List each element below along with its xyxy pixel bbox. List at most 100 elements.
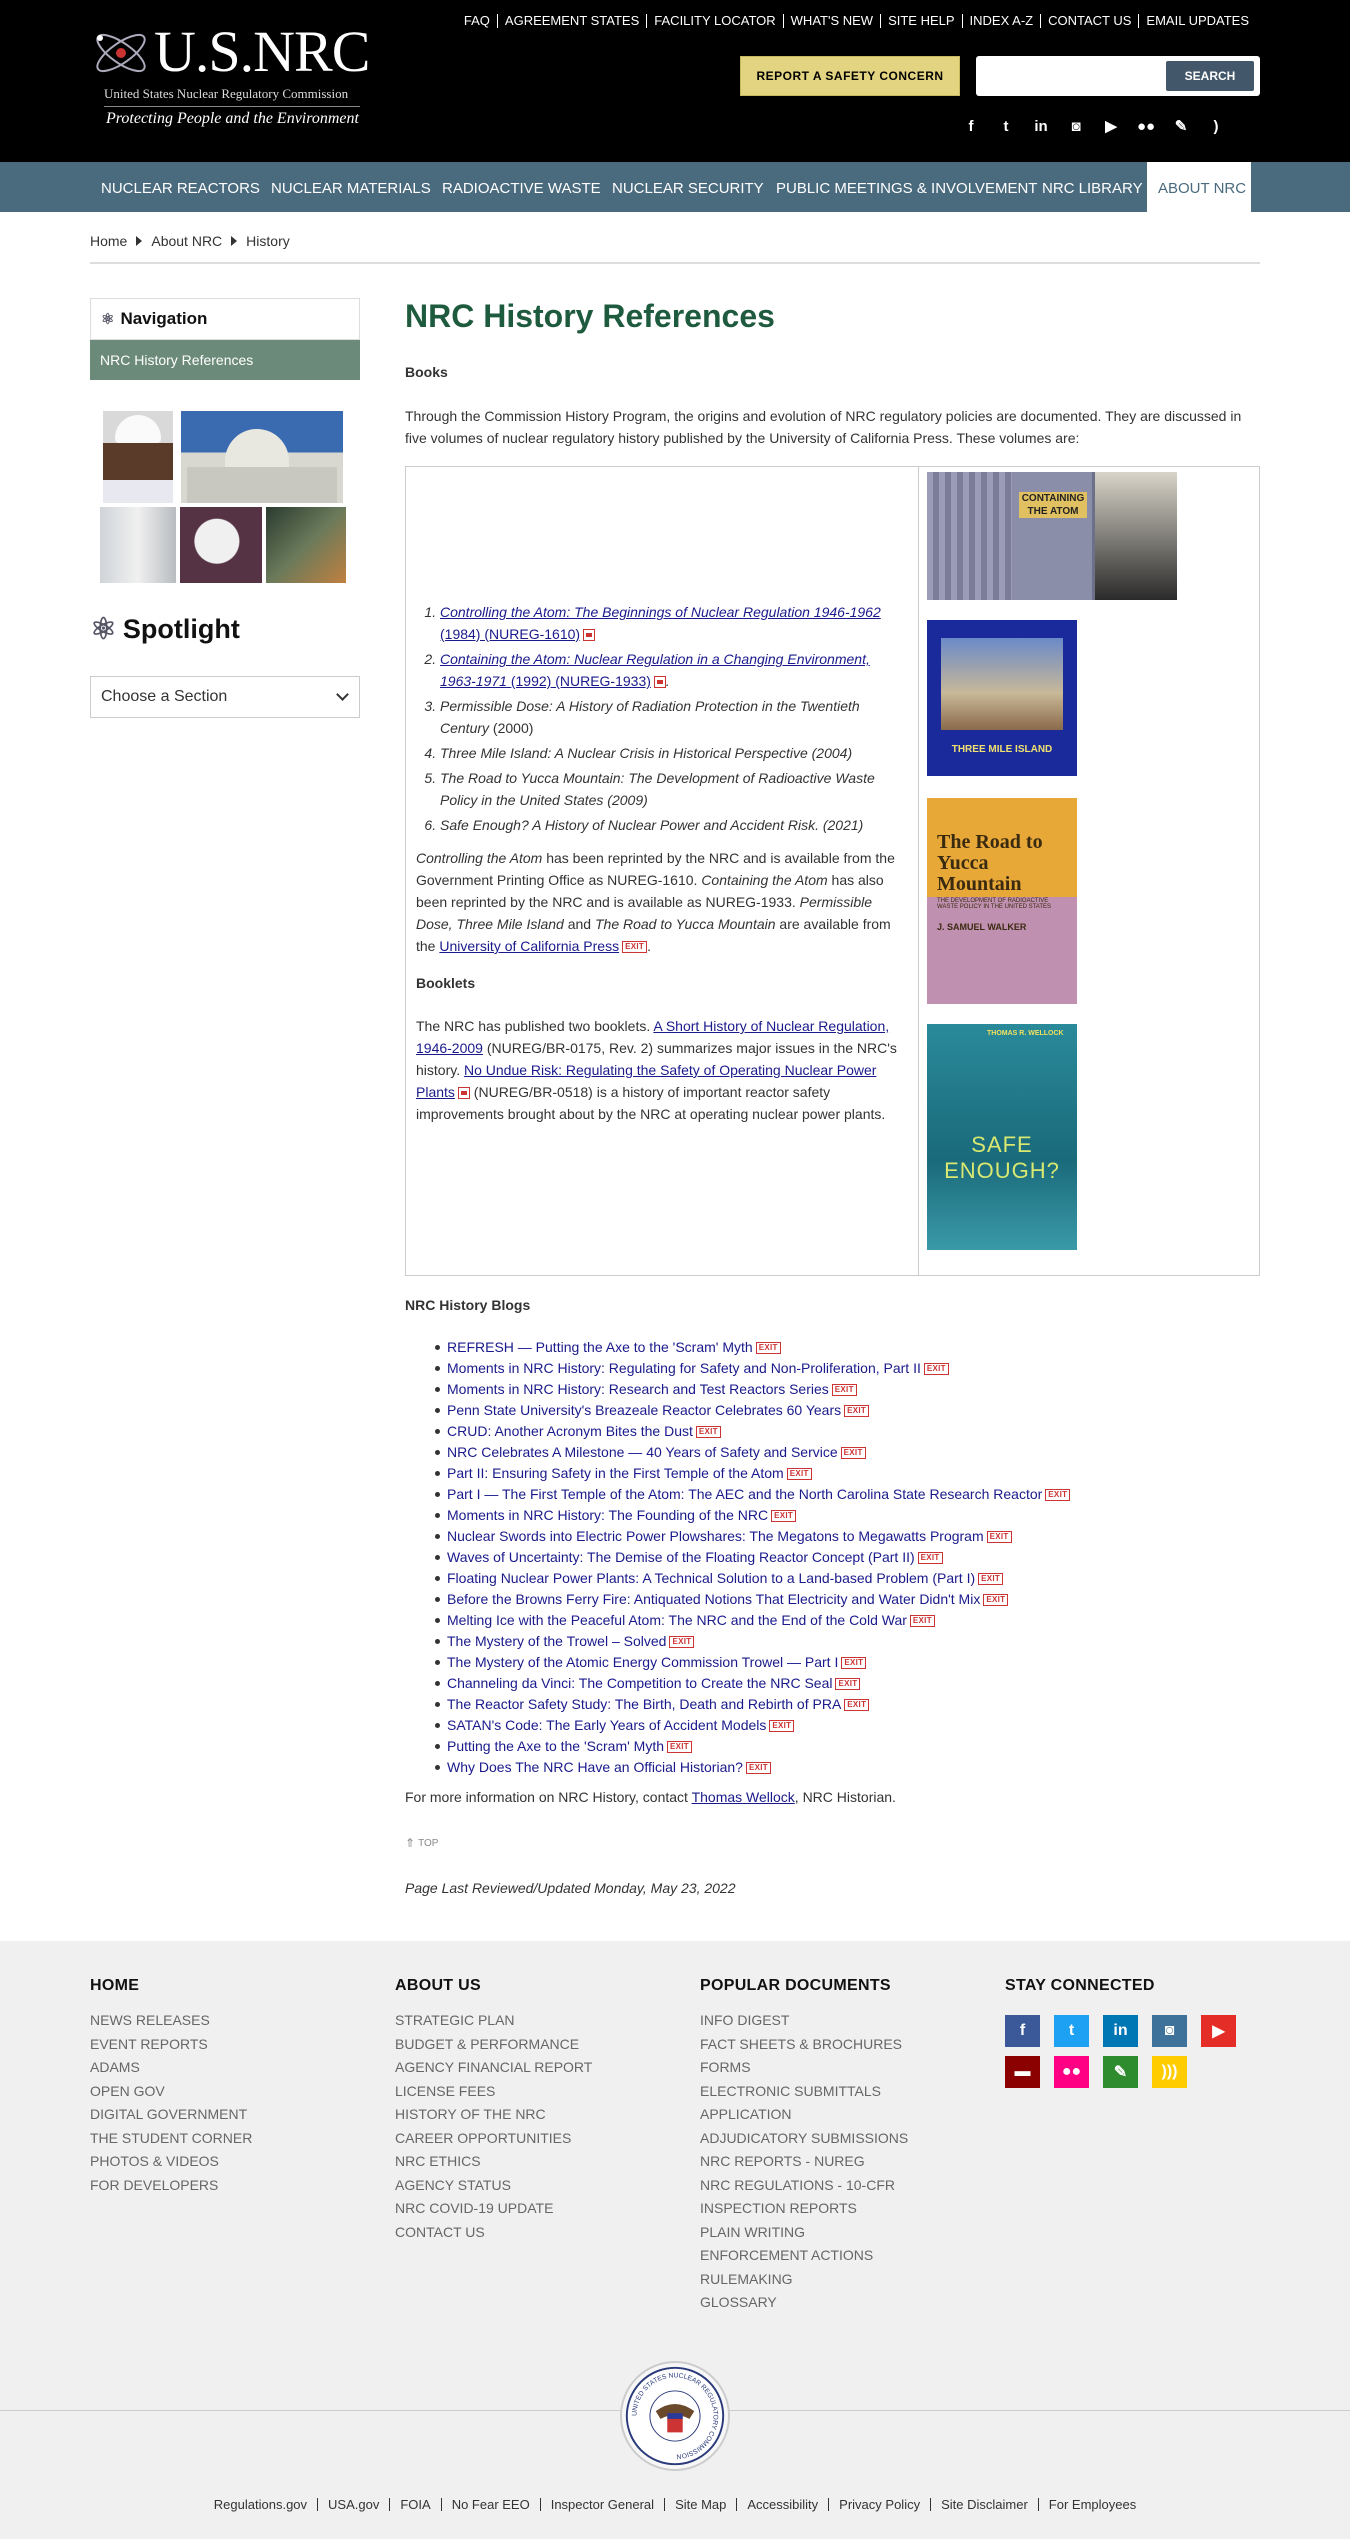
footer-link[interactable]: GLOSSARY: [700, 2291, 908, 2315]
bottom-link[interactable]: Regulations.gov: [204, 2498, 317, 2511]
bottom-link[interactable]: Site Map: [664, 2498, 736, 2511]
footer-link[interactable]: EVENT REPORTS: [90, 2033, 252, 2057]
footer-link[interactable]: INSPECTION REPORTS: [700, 2197, 908, 2221]
blog-link[interactable]: Moments in NRC History: Regulating for S…: [447, 1360, 921, 1376]
linkedin-icon[interactable]: in: [1103, 2015, 1138, 2047]
side-nav-item-history-references[interactable]: NRC History References: [90, 340, 360, 380]
back-to-top-link[interactable]: ⇑ TOP: [405, 1836, 438, 1850]
blog-link[interactable]: Part II: Ensuring Safety in the First Te…: [447, 1465, 784, 1481]
blog-link[interactable]: Waves of Uncertainty: The Demise of the …: [447, 1549, 915, 1565]
utility-link-agreement-states[interactable]: AGREEMENT STATES: [496, 14, 646, 28]
search-input[interactable]: [982, 63, 1132, 89]
bottom-link[interactable]: FOIA: [389, 2498, 440, 2511]
nav-radioactive-waste[interactable]: RADIOACTIVE WASTE: [431, 162, 612, 212]
footer-link[interactable]: NRC REGULATIONS - 10-CFR: [700, 2174, 908, 2198]
blog-link[interactable]: Part I — The First Temple of the Atom: T…: [447, 1486, 1042, 1502]
footer-link[interactable]: THE STUDENT CORNER: [90, 2127, 252, 2151]
nav-nuclear-materials[interactable]: NUCLEAR MATERIALS: [260, 162, 442, 212]
footer-link[interactable]: CAREER OPPORTUNITIES: [395, 2127, 592, 2151]
footer-link[interactable]: FACT SHEETS & BROCHURES: [700, 2033, 908, 2057]
rss-icon[interactable]: ))): [1152, 2056, 1187, 2088]
utility-link-faq[interactable]: FAQ: [457, 14, 497, 28]
footer-link[interactable]: FORMS: [700, 2056, 908, 2080]
bottom-link[interactable]: Accessibility: [736, 2498, 828, 2511]
blog-link[interactable]: Putting the Axe to the 'Scram' Myth: [447, 1738, 664, 1754]
breadcrumb-home[interactable]: Home: [90, 233, 127, 249]
instagram-icon[interactable]: ◙: [1152, 2015, 1187, 2047]
flickr-icon[interactable]: ●●: [1054, 2056, 1089, 2088]
footer-link[interactable]: RULEMAKING: [700, 2268, 908, 2292]
footer-link[interactable]: FOR DEVELOPERS: [90, 2174, 252, 2198]
bottom-link[interactable]: Privacy Policy: [828, 2498, 930, 2511]
bottom-link[interactable]: No Fear EEO: [440, 2498, 540, 2511]
book-link-controlling-atom[interactable]: Controlling the Atom: The Beginnings of …: [440, 604, 881, 642]
twitter-icon[interactable]: t: [1054, 2015, 1089, 2047]
blog-link[interactable]: Melting Ice with the Peaceful Atom: The …: [447, 1612, 907, 1628]
blog-link[interactable]: The Mystery of the Trowel – Solved: [447, 1633, 666, 1649]
bottom-link[interactable]: For Employees: [1037, 2498, 1146, 2511]
blog-icon[interactable]: ▬: [1005, 2056, 1040, 2088]
utility-link-index[interactable]: INDEX A-Z: [961, 14, 1041, 28]
blog-link[interactable]: Nuclear Swords into Electric Power Plows…: [447, 1528, 984, 1544]
uc-press-link[interactable]: University of California Press: [439, 938, 619, 954]
footer-link[interactable]: DIGITAL GOVERNMENT: [90, 2103, 252, 2127]
blog-link[interactable]: Moments in NRC History: Research and Tes…: [447, 1381, 829, 1397]
blog-link[interactable]: SATAN's Code: The Early Years of Acciden…: [447, 1717, 766, 1733]
footer-link[interactable]: ADJUDICATORY SUBMISSIONS: [700, 2127, 908, 2151]
footer-link[interactable]: NRC ETHICS: [395, 2150, 592, 2174]
footer-link[interactable]: ADAMS: [90, 2056, 252, 2080]
facebook-icon[interactable]: f: [1005, 2015, 1040, 2047]
footer-link[interactable]: AGENCY STATUS: [395, 2174, 592, 2198]
instagram-icon[interactable]: ◙: [1065, 115, 1087, 137]
footer-link[interactable]: NEWS RELEASES: [90, 2009, 252, 2033]
utility-link-site-help[interactable]: SITE HELP: [880, 14, 961, 28]
twitter-icon[interactable]: t: [995, 115, 1017, 137]
youtube-icon[interactable]: ▶: [1201, 2015, 1236, 2047]
blog-link[interactable]: The Mystery of the Atomic Energy Commiss…: [447, 1654, 838, 1670]
blog-link[interactable]: Penn State University's Breazeale Reacto…: [447, 1402, 841, 1418]
footer-link[interactable]: NRC REPORTS - NUREG: [700, 2150, 908, 2174]
nav-nuclear-security[interactable]: NUCLEAR SECURITY: [601, 162, 775, 212]
blog-link[interactable]: NRC Celebrates A Milestone — 40 Years of…: [447, 1444, 838, 1460]
blog-link[interactable]: Before the Browns Ferry Fire: Antiquated…: [447, 1591, 980, 1607]
utility-link-facility-locator[interactable]: FACILITY LOCATOR: [646, 14, 782, 28]
utility-link-contact[interactable]: CONTACT US: [1040, 14, 1138, 28]
nav-nuclear-reactors[interactable]: NUCLEAR REACTORS: [90, 162, 271, 212]
blog-link[interactable]: Channeling da Vinci: The Competition to …: [447, 1675, 832, 1691]
footer-link[interactable]: AGENCY FINANCIAL REPORT: [395, 2056, 592, 2080]
search-button[interactable]: SEARCH: [1166, 61, 1254, 91]
utility-link-whats-new[interactable]: WHAT'S NEW: [782, 14, 880, 28]
blog-link[interactable]: Floating Nuclear Power Plants: A Technic…: [447, 1570, 975, 1586]
rss-icon[interactable]: ): [1205, 115, 1227, 137]
footer-link[interactable]: CONTACT US: [395, 2221, 592, 2245]
linkedin-icon[interactable]: in: [1030, 115, 1052, 137]
blog-link[interactable]: The Reactor Safety Study: The Birth, Dea…: [447, 1696, 841, 1712]
youtube-icon[interactable]: ▶: [1100, 115, 1122, 137]
bottom-link[interactable]: Inspector General: [539, 2498, 664, 2511]
blog-link[interactable]: Moments in NRC History: The Founding of …: [447, 1507, 768, 1523]
blog-link[interactable]: Why Does The NRC Have an Official Histor…: [447, 1759, 743, 1775]
footer-heading[interactable]: ABOUT US: [395, 1977, 592, 1995]
footer-link[interactable]: HISTORY OF THE NRC: [395, 2103, 592, 2127]
footer-link[interactable]: BUDGET & PERFORMANCE: [395, 2033, 592, 2057]
section-select[interactable]: Choose a Section: [90, 676, 360, 718]
footer-link[interactable]: LICENSE FEES: [395, 2080, 592, 2104]
footer-link[interactable]: STRATEGIC PLAN: [395, 2009, 592, 2033]
footer-link[interactable]: NRC COVID-19 UPDATE: [395, 2197, 592, 2221]
footer-link[interactable]: ENFORCEMENT ACTIONS: [700, 2244, 908, 2268]
edit-icon[interactable]: ✎: [1103, 2056, 1138, 2088]
footer-link[interactable]: PLAIN WRITING: [700, 2221, 908, 2245]
flickr-icon[interactable]: ●●: [1135, 115, 1157, 137]
breadcrumb-about[interactable]: About NRC: [151, 233, 222, 249]
footer-link[interactable]: PHOTOS & VIDEOS: [90, 2150, 252, 2174]
historian-link[interactable]: Thomas Wellock: [692, 1789, 795, 1805]
footer-link[interactable]: INFO DIGEST: [700, 2009, 908, 2033]
blog-link[interactable]: CRUD: Another Acronym Bites the Dust: [447, 1423, 693, 1439]
blog-icon[interactable]: ✎: [1170, 115, 1192, 137]
report-safety-concern-button[interactable]: REPORT A SAFETY CONCERN: [740, 56, 960, 96]
nrc-logo[interactable]: U.S.NRC United States Nuclear Regulatory…: [90, 18, 370, 128]
footer-heading[interactable]: HOME: [90, 1977, 252, 1995]
bottom-link[interactable]: Site Disclaimer: [930, 2498, 1038, 2511]
nav-public-meetings[interactable]: PUBLIC MEETINGS & INVOLVEMENT: [765, 162, 1048, 212]
nav-about-nrc[interactable]: ABOUT NRC: [1147, 162, 1251, 212]
